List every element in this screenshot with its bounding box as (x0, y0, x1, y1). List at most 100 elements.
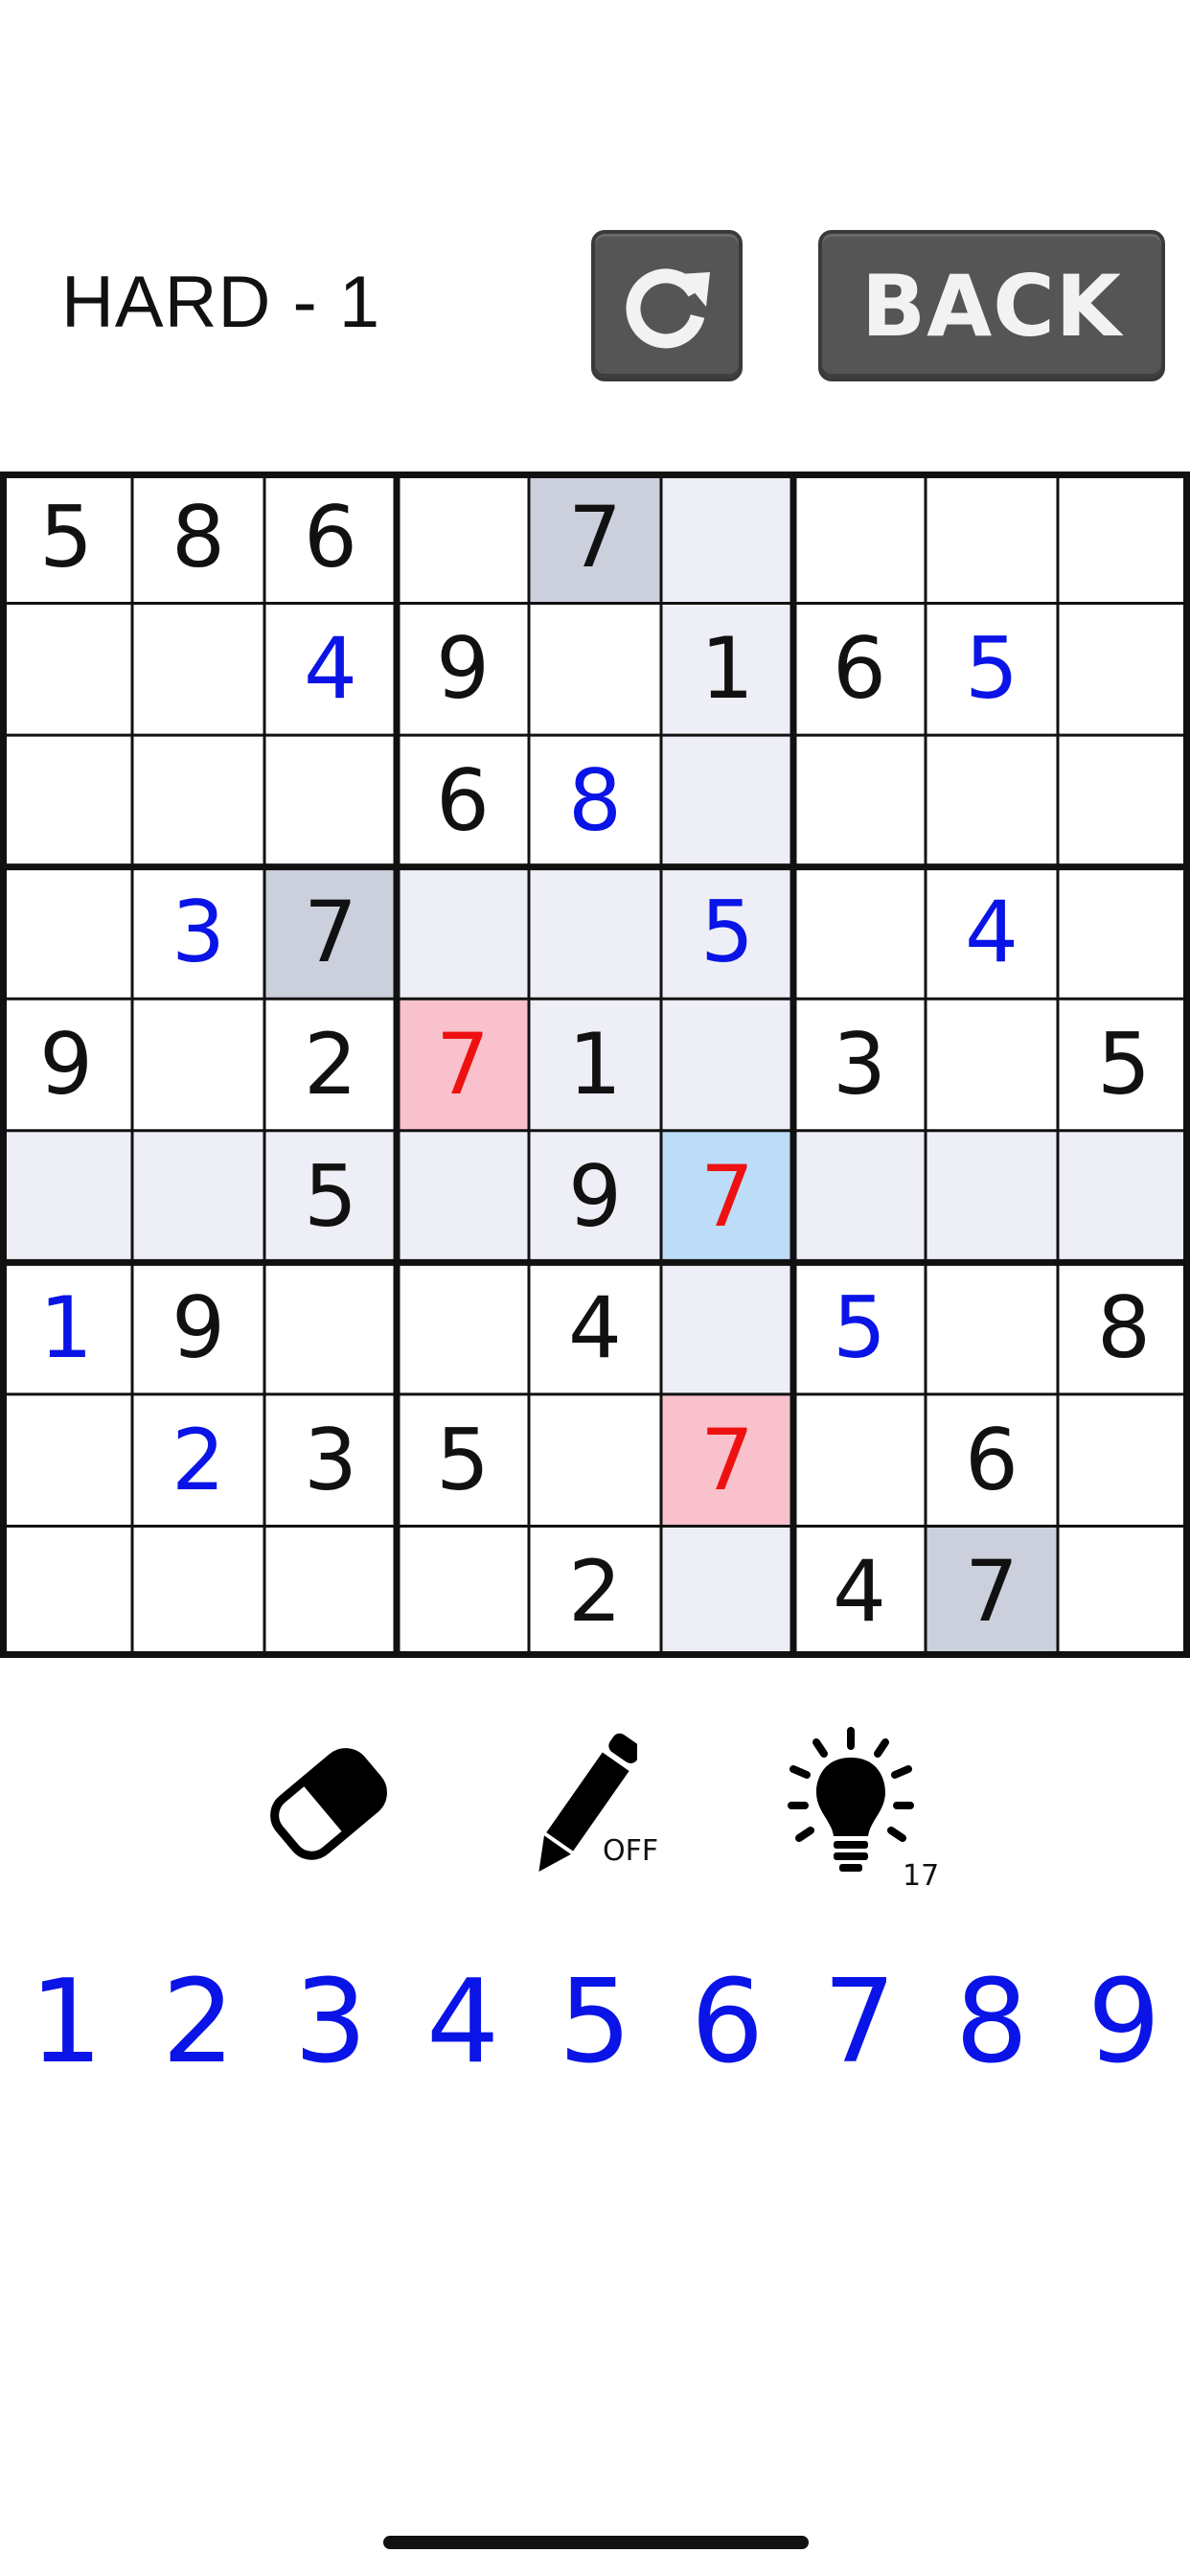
sudoku-cell[interactable] (661, 735, 793, 867)
sudoku-cell[interactable] (661, 472, 793, 604)
sudoku-cell[interactable] (132, 735, 264, 867)
sudoku-cell[interactable] (1058, 1130, 1190, 1263)
number-button[interactable]: 1 (0, 1955, 132, 2089)
sudoku-cell[interactable] (264, 735, 397, 867)
sudoku-cell[interactable]: 2 (264, 999, 397, 1131)
sudoku-cell[interactable]: 7 (529, 472, 661, 604)
sudoku-cell[interactable] (926, 735, 1058, 867)
sudoku-cell[interactable] (397, 1130, 529, 1263)
eraser-icon (270, 1748, 387, 1860)
sudoku-cell[interactable] (1058, 1393, 1190, 1527)
sudoku-cell[interactable] (661, 1262, 793, 1394)
sudoku-cell[interactable]: 9 (397, 603, 529, 736)
sudoku-cell[interactable] (397, 1526, 529, 1658)
number-button[interactable]: 7 (793, 1955, 926, 2089)
sudoku-cell[interactable] (0, 735, 132, 867)
sudoku-cell[interactable] (132, 1130, 264, 1263)
sudoku-cell[interactable] (132, 999, 264, 1131)
sudoku-cell[interactable] (926, 1130, 1058, 1263)
sudoku-cell[interactable]: 6 (926, 1393, 1058, 1527)
sudoku-cell[interactable]: 4 (926, 866, 1058, 1000)
sudoku-cell[interactable]: 7 (661, 1130, 793, 1263)
pencil-button[interactable]: OFF (532, 1725, 675, 1888)
sudoku-cell[interactable]: 8 (132, 472, 264, 604)
sudoku-cell[interactable]: 5 (793, 1262, 926, 1394)
sudoku-cell[interactable]: 4 (793, 1526, 926, 1658)
back-button[interactable]: BACK (818, 230, 1165, 381)
sudoku-cell[interactable] (264, 1526, 397, 1658)
sudoku-cell[interactable]: 4 (264, 603, 397, 736)
sudoku-cell[interactable]: 7 (926, 1526, 1058, 1658)
sudoku-cell[interactable] (1058, 866, 1190, 1000)
sudoku-cell[interactable]: 1 (0, 1262, 132, 1394)
sudoku-cell[interactable]: 5 (1058, 999, 1190, 1131)
sudoku-cell[interactable] (1058, 472, 1190, 604)
sudoku-cell[interactable] (1058, 735, 1190, 867)
sudoku-cell[interactable]: 9 (529, 1130, 661, 1263)
sudoku-cell[interactable] (793, 1393, 926, 1527)
sudoku-cell[interactable]: 6 (264, 472, 397, 604)
sudoku-cell[interactable] (926, 999, 1058, 1131)
sudoku-cell[interactable] (661, 1526, 793, 1658)
sudoku-cell[interactable]: 9 (0, 999, 132, 1131)
sudoku-cell[interactable] (793, 866, 926, 1000)
sudoku-cell[interactable] (397, 472, 529, 604)
sudoku-cell[interactable]: 5 (0, 472, 132, 604)
hint-button[interactable]: 17 (784, 1725, 947, 1898)
sudoku-cell[interactable] (1058, 603, 1190, 736)
sudoku-cell[interactable] (1058, 1526, 1190, 1658)
number-button[interactable]: 6 (661, 1955, 793, 2089)
sudoku-cell[interactable]: 5 (926, 603, 1058, 736)
sudoku-cell[interactable] (0, 1393, 132, 1527)
sudoku-cell[interactable]: 6 (397, 735, 529, 867)
sudoku-cell[interactable]: 5 (397, 1393, 529, 1527)
sudoku-cell[interactable] (132, 1526, 264, 1658)
sudoku-cell[interactable] (0, 866, 132, 1000)
sudoku-cell[interactable] (793, 735, 926, 867)
sudoku-cell[interactable] (529, 1393, 661, 1527)
number-button[interactable]: 9 (1058, 1955, 1190, 2089)
sudoku-cell[interactable]: 5 (661, 866, 793, 1000)
sudoku-cell[interactable]: 1 (529, 999, 661, 1131)
sudoku-cell[interactable] (793, 1130, 926, 1263)
sudoku-cell[interactable]: 5 (264, 1130, 397, 1263)
sudoku-cell[interactable]: 8 (1058, 1262, 1190, 1394)
sudoku-cell[interactable] (529, 866, 661, 1000)
reset-button[interactable] (591, 230, 743, 381)
lightbulb-icon (788, 1727, 914, 1872)
sudoku-cell[interactable] (132, 603, 264, 736)
sudoku-cell[interactable]: 3 (793, 999, 926, 1131)
number-button[interactable]: 4 (397, 1955, 529, 2089)
sudoku-cell[interactable] (926, 472, 1058, 604)
sudoku-cell[interactable]: 4 (529, 1262, 661, 1394)
number-button[interactable]: 2 (132, 1955, 264, 2089)
sudoku-cell[interactable] (0, 1526, 132, 1658)
sudoku-cell[interactable]: 9 (132, 1262, 264, 1394)
sudoku-cell[interactable]: 7 (661, 1393, 793, 1527)
number-pad: 123456789 (0, 1955, 1190, 2089)
sudoku-cell[interactable]: 1 (661, 603, 793, 736)
eraser-button[interactable] (259, 1725, 393, 1888)
number-button[interactable]: 5 (529, 1955, 661, 2089)
sudoku-cell[interactable] (397, 1262, 529, 1394)
sudoku-cell[interactable] (264, 1262, 397, 1394)
sudoku-cell[interactable]: 8 (529, 735, 661, 867)
sudoku-cell[interactable]: 2 (529, 1526, 661, 1658)
sudoku-cell[interactable] (397, 866, 529, 1000)
sudoku-cell[interactable] (529, 603, 661, 736)
sudoku-cell[interactable]: 6 (793, 603, 926, 736)
sudoku-cell[interactable] (661, 999, 793, 1131)
pencil-state-label: OFF (603, 1834, 659, 1868)
sudoku-cell[interactable] (793, 472, 926, 604)
sudoku-cell[interactable]: 7 (264, 866, 397, 1000)
toolbar: OFF 17 (0, 1725, 1190, 1898)
number-button[interactable]: 8 (926, 1955, 1058, 2089)
sudoku-cell[interactable] (0, 603, 132, 736)
sudoku-cell[interactable]: 7 (397, 999, 529, 1131)
sudoku-cell[interactable]: 3 (264, 1393, 397, 1527)
sudoku-cell[interactable]: 2 (132, 1393, 264, 1527)
sudoku-cell[interactable] (0, 1130, 132, 1263)
sudoku-cell[interactable] (926, 1262, 1058, 1394)
number-button[interactable]: 3 (264, 1955, 397, 2089)
sudoku-cell[interactable]: 3 (132, 866, 264, 1000)
